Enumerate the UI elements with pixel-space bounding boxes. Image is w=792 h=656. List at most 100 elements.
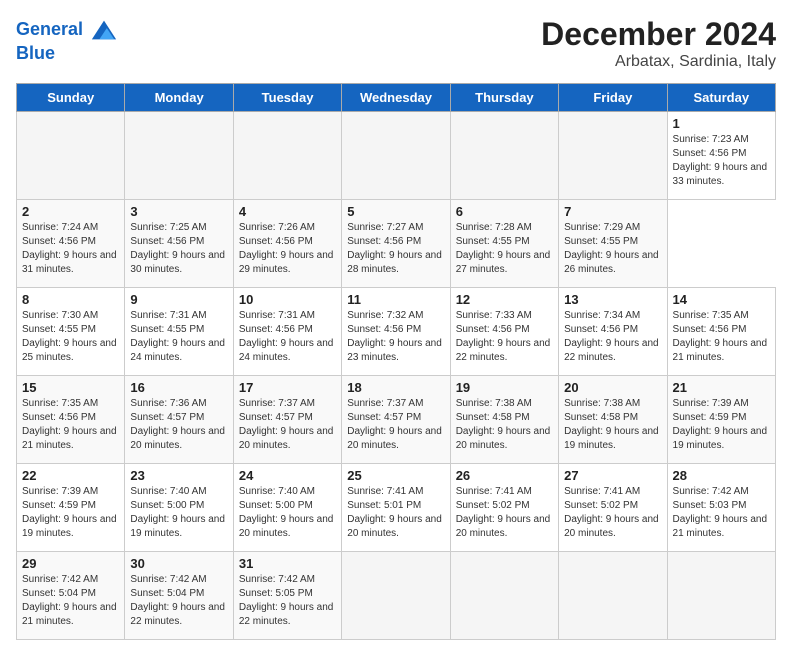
day-info: Sunrise: 7:31 AMSunset: 4:55 PMDaylight:… bbox=[130, 309, 227, 365]
day-number: 11 bbox=[347, 292, 444, 307]
logo: General Blue bbox=[16, 16, 118, 64]
day-cell-14: 14Sunrise: 7:35 AMSunset: 4:56 PMDayligh… bbox=[667, 288, 775, 376]
day-number: 27 bbox=[564, 468, 661, 483]
day-info: Sunrise: 7:27 AMSunset: 4:56 PMDaylight:… bbox=[347, 221, 444, 277]
day-info: Sunrise: 7:25 AMSunset: 4:56 PMDaylight:… bbox=[130, 221, 227, 277]
empty-cell bbox=[450, 112, 558, 200]
day-info: Sunrise: 7:33 AMSunset: 4:56 PMDaylight:… bbox=[456, 309, 553, 365]
day-cell-18: 18 Sunrise: 7:37 AMSunset: 4:57 PMDayligh… bbox=[342, 376, 450, 464]
day-info: Sunrise: 7:37 AMSunset: 4:57 PMDaylight:… bbox=[239, 397, 336, 453]
day-info: Sunrise: 7:29 AMSunset: 4:55 PMDaylight:… bbox=[564, 221, 661, 277]
day-cell-4: 4 Sunrise: 7:26 AMSunset: 4:56 PMDaylight… bbox=[233, 200, 341, 288]
day-cell-15: 15Sunrise: 7:35 AMSunset: 4:56 PMDayligh… bbox=[17, 376, 125, 464]
weekday-header-sunday: Sunday bbox=[17, 84, 125, 112]
day-number: 31 bbox=[239, 556, 336, 571]
day-info: Sunrise: 7:40 AMSunset: 5:00 PMDaylight:… bbox=[239, 485, 336, 541]
weekday-header-wednesday: Wednesday bbox=[342, 84, 450, 112]
empty-cell bbox=[667, 552, 775, 640]
weekday-header-row: SundayMondayTuesdayWednesdayThursdayFrid… bbox=[17, 84, 776, 112]
day-number: 7 bbox=[564, 204, 661, 219]
day-number: 17 bbox=[239, 380, 336, 395]
day-number: 13 bbox=[564, 292, 661, 307]
week-row-6: 29Sunrise: 7:42 AMSunset: 5:04 PMDayligh… bbox=[17, 552, 776, 640]
empty-cell bbox=[559, 112, 667, 200]
day-info: Sunrise: 7:39 AMSunset: 4:59 PMDaylight:… bbox=[22, 485, 119, 541]
day-number: 6 bbox=[456, 204, 553, 219]
day-cell-1: 1 Sunrise: 7:23 AMSunset: 4:56 PMDaylight… bbox=[667, 112, 775, 200]
location: Arbatax, Sardinia, Italy bbox=[541, 53, 776, 71]
day-cell-3: 3 Sunrise: 7:25 AMSunset: 4:56 PMDaylight… bbox=[125, 200, 233, 288]
day-number: 12 bbox=[456, 292, 553, 307]
day-cell-19: 19Sunrise: 7:38 AMSunset: 4:58 PMDayligh… bbox=[450, 376, 558, 464]
day-info: Sunrise: 7:42 AMSunset: 5:05 PMDaylight:… bbox=[239, 573, 336, 629]
logo-blue-text: Blue bbox=[16, 44, 118, 64]
day-info: Sunrise: 7:36 AMSunset: 4:57 PMDaylight:… bbox=[130, 397, 227, 453]
day-cell-20: 20 Sunrise: 7:38 AMSunset: 4:58 PMDayligh… bbox=[559, 376, 667, 464]
day-info: Sunrise: 7:41 AMSunset: 5:02 PMDaylight:… bbox=[456, 485, 553, 541]
logo-icon bbox=[90, 16, 118, 44]
weekday-header-thursday: Thursday bbox=[450, 84, 558, 112]
day-number: 26 bbox=[456, 468, 553, 483]
day-cell-31: 31 Sunrise: 7:42 AMSunset: 5:05 PMDayligh… bbox=[233, 552, 341, 640]
day-cell-27: 27Sunrise: 7:41 AMSunset: 5:02 PMDayligh… bbox=[559, 464, 667, 552]
weekday-header-friday: Friday bbox=[559, 84, 667, 112]
day-cell-29: 29Sunrise: 7:42 AMSunset: 5:04 PMDayligh… bbox=[17, 552, 125, 640]
day-cell-23: 23 Sunrise: 7:40 AMSunset: 5:00 PMDayligh… bbox=[125, 464, 233, 552]
day-info: Sunrise: 7:28 AMSunset: 4:55 PMDaylight:… bbox=[456, 221, 553, 277]
day-info: Sunrise: 7:30 AMSunset: 4:55 PMDaylight:… bbox=[22, 309, 119, 365]
day-info: Sunrise: 7:41 AMSunset: 5:01 PMDaylight:… bbox=[347, 485, 444, 541]
day-info: Sunrise: 7:42 AMSunset: 5:03 PMDaylight:… bbox=[673, 485, 770, 541]
day-info: Sunrise: 7:31 AMSunset: 4:56 PMDaylight:… bbox=[239, 309, 336, 365]
day-number: 22 bbox=[22, 468, 119, 483]
day-cell-9: 9 Sunrise: 7:31 AMSunset: 4:55 PMDaylight… bbox=[125, 288, 233, 376]
week-row-3: 8 Sunrise: 7:30 AMSunset: 4:55 PMDaylight… bbox=[17, 288, 776, 376]
weekday-header-saturday: Saturday bbox=[667, 84, 775, 112]
week-row-1: 1 Sunrise: 7:23 AMSunset: 4:56 PMDaylight… bbox=[17, 112, 776, 200]
day-info: Sunrise: 7:34 AMSunset: 4:56 PMDaylight:… bbox=[564, 309, 661, 365]
day-info: Sunrise: 7:26 AMSunset: 4:56 PMDaylight:… bbox=[239, 221, 336, 277]
month-year: December 2024 bbox=[541, 16, 776, 53]
day-number: 1 bbox=[673, 116, 770, 131]
day-cell-8: 8 Sunrise: 7:30 AMSunset: 4:55 PMDaylight… bbox=[17, 288, 125, 376]
day-number: 23 bbox=[130, 468, 227, 483]
day-info: Sunrise: 7:24 AMSunset: 4:56 PMDaylight:… bbox=[22, 221, 119, 277]
week-row-5: 22 Sunrise: 7:39 AMSunset: 4:59 PMDayligh… bbox=[17, 464, 776, 552]
day-number: 18 bbox=[347, 380, 444, 395]
day-number: 16 bbox=[130, 380, 227, 395]
day-number: 3 bbox=[130, 204, 227, 219]
day-info: Sunrise: 7:23 AMSunset: 4:56 PMDaylight:… bbox=[673, 133, 770, 189]
page-header: General Blue December 2024 Arbatax, Sard… bbox=[16, 16, 776, 71]
day-cell-12: 12 Sunrise: 7:33 AMSunset: 4:56 PMDayligh… bbox=[450, 288, 558, 376]
empty-cell bbox=[450, 552, 558, 640]
day-number: 2 bbox=[22, 204, 119, 219]
day-number: 9 bbox=[130, 292, 227, 307]
day-cell-5: 5Sunrise: 7:27 AMSunset: 4:56 PMDaylight… bbox=[342, 200, 450, 288]
weekday-header-monday: Monday bbox=[125, 84, 233, 112]
week-row-4: 15Sunrise: 7:35 AMSunset: 4:56 PMDayligh… bbox=[17, 376, 776, 464]
day-info: Sunrise: 7:35 AMSunset: 4:56 PMDaylight:… bbox=[22, 397, 119, 453]
day-number: 21 bbox=[673, 380, 770, 395]
day-info: Sunrise: 7:42 AMSunset: 5:04 PMDaylight:… bbox=[130, 573, 227, 629]
empty-cell bbox=[559, 552, 667, 640]
day-number: 30 bbox=[130, 556, 227, 571]
logo-text: General bbox=[16, 16, 118, 44]
day-number: 25 bbox=[347, 468, 444, 483]
day-number: 4 bbox=[239, 204, 336, 219]
day-info: Sunrise: 7:38 AMSunset: 4:58 PMDaylight:… bbox=[456, 397, 553, 453]
day-number: 20 bbox=[564, 380, 661, 395]
day-cell-28: 28 Sunrise: 7:42 AMSunset: 5:03 PMDayligh… bbox=[667, 464, 775, 552]
day-cell-26: 26 Sunrise: 7:41 AMSunset: 5:02 PMDayligh… bbox=[450, 464, 558, 552]
day-info: Sunrise: 7:38 AMSunset: 4:58 PMDaylight:… bbox=[564, 397, 661, 453]
day-info: Sunrise: 7:37 AMSunset: 4:57 PMDaylight:… bbox=[347, 397, 444, 453]
empty-cell bbox=[17, 112, 125, 200]
day-info: Sunrise: 7:40 AMSunset: 5:00 PMDaylight:… bbox=[130, 485, 227, 541]
day-number: 28 bbox=[673, 468, 770, 483]
day-cell-30: 30 Sunrise: 7:42 AMSunset: 5:04 PMDayligh… bbox=[125, 552, 233, 640]
day-number: 8 bbox=[22, 292, 119, 307]
day-cell-6: 6 Sunrise: 7:28 AMSunset: 4:55 PMDaylight… bbox=[450, 200, 558, 288]
day-cell-25: 25 Sunrise: 7:41 AMSunset: 5:01 PMDayligh… bbox=[342, 464, 450, 552]
day-cell-7: 7 Sunrise: 7:29 AMSunset: 4:55 PMDaylight… bbox=[559, 200, 667, 288]
day-info: Sunrise: 7:39 AMSunset: 4:59 PMDaylight:… bbox=[673, 397, 770, 453]
day-number: 24 bbox=[239, 468, 336, 483]
day-cell-21: 21 Sunrise: 7:39 AMSunset: 4:59 PMDayligh… bbox=[667, 376, 775, 464]
